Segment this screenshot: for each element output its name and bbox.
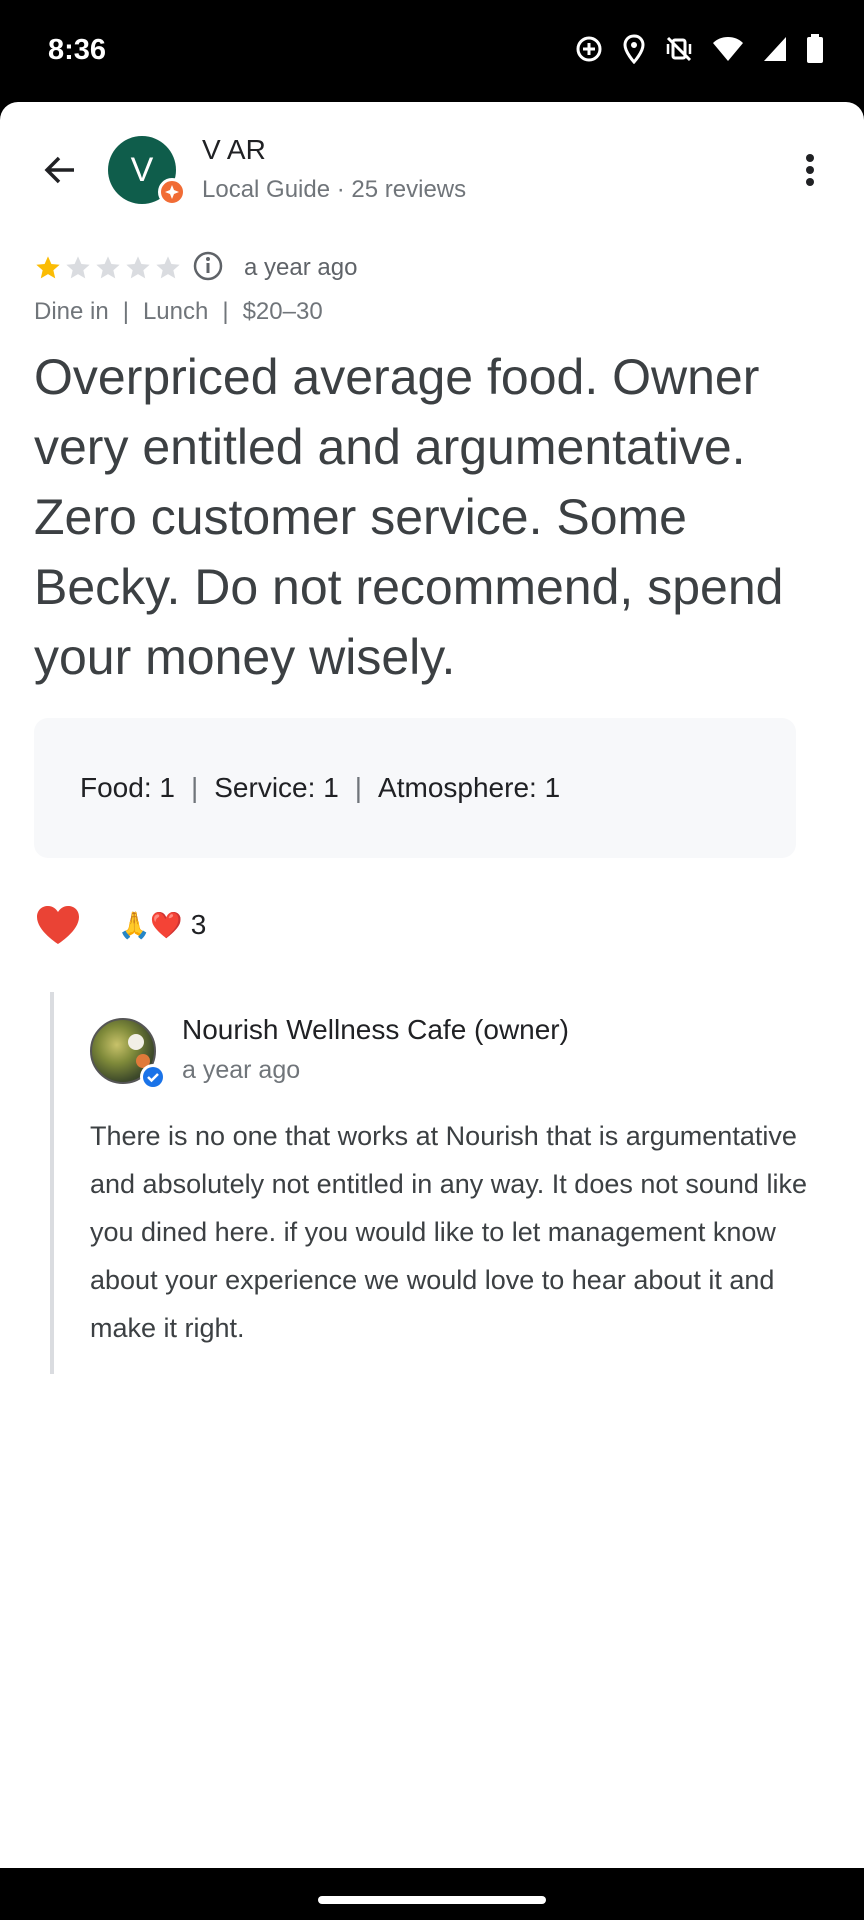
home-gesture-bar[interactable] (318, 1896, 546, 1904)
tag-separator: | (122, 298, 129, 325)
tag-price: $20–30 (242, 298, 323, 325)
tag-separator: | (222, 298, 229, 325)
tag-dine-in: Dine in (34, 298, 109, 325)
sub-rating-value: 1 (323, 772, 339, 803)
avatar-initial: V (130, 150, 154, 189)
review-sheet: V V AR Local Guide · 25 reviews a year a… (0, 102, 864, 1868)
status-time: 8:36 (48, 34, 107, 66)
verified-icon (140, 1064, 166, 1090)
data-saver-icon (574, 34, 604, 64)
star-empty-icon (66, 256, 90, 279)
review-text: Overpriced average food. Owner very enti… (34, 349, 784, 685)
status-bar: 8:36 (0, 0, 864, 102)
pray-emoji-icon: 🙏 (118, 909, 151, 940)
battery-icon (806, 34, 824, 64)
sub-rating-label: Atmosphere: (378, 772, 537, 803)
star-rating (34, 254, 182, 282)
wifi-icon (712, 35, 744, 63)
reviewer-name[interactable]: V AR (202, 134, 266, 166)
owner-reply: Nourish Wellness Cafe (owner) a year ago… (50, 992, 844, 1374)
review-header: V V AR Local Guide · 25 reviews (0, 102, 864, 252)
back-button[interactable] (36, 146, 84, 194)
heart-emoji-icon: ❤️ (150, 909, 183, 940)
rating-separator: | (354, 772, 363, 803)
sub-ratings: Food: 1 | Service: 1 | Atmosphere: 1 (34, 718, 796, 858)
sub-rating-value: 1 (544, 772, 561, 803)
status-icons (574, 34, 824, 64)
location-icon (622, 34, 646, 64)
review-time: a year ago (244, 254, 358, 281)
star-empty-icon (156, 256, 180, 279)
vibrate-off-icon (664, 34, 694, 64)
rating-row: a year ago (34, 250, 357, 286)
more-vert-icon (806, 154, 814, 186)
star-filled-icon (36, 256, 60, 279)
reaction-count: 3 (190, 909, 207, 940)
local-guide-badge-icon (158, 178, 186, 206)
reaction-summary[interactable]: 🙏 ❤️ 3 (118, 909, 206, 941)
reviewer-meta: Local Guide · 25 reviews (202, 176, 467, 203)
heart-icon (37, 906, 79, 944)
more-options-button[interactable] (790, 146, 830, 194)
owner-reply-time: a year ago (182, 1056, 301, 1084)
owner-name: Nourish Wellness Cafe (owner) (182, 1014, 569, 1045)
owner-reply-text: There is no one that works at Nourish th… (90, 1121, 807, 1343)
tag-meal: Lunch (142, 298, 209, 325)
star-empty-icon (126, 256, 150, 279)
back-arrow-icon (44, 156, 74, 184)
info-icon[interactable] (192, 250, 224, 287)
rating-separator: | (190, 772, 199, 803)
signal-icon (762, 35, 788, 63)
navigation-bar (0, 1868, 864, 1920)
star-empty-icon (96, 256, 120, 279)
sub-rating-label: Service: (214, 772, 316, 803)
sub-rating-value: 1 (159, 772, 175, 803)
visit-tags: Dine in | Lunch | $20–30 (34, 298, 323, 326)
like-button[interactable] (34, 901, 82, 949)
reaction-row: 🙏 ❤️ 3 (34, 900, 206, 950)
sub-rating-label: Food: (80, 772, 152, 803)
